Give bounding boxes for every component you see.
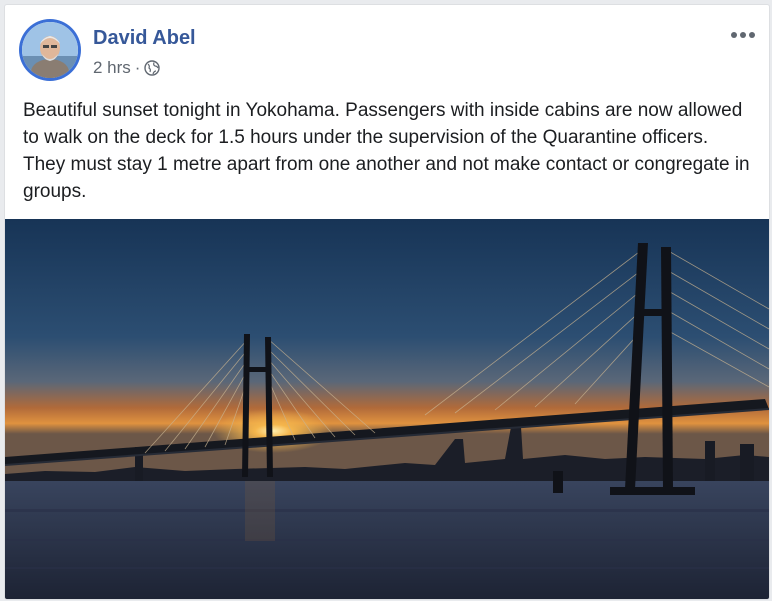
author-name-link[interactable]: David Abel (93, 27, 196, 50)
globe-icon[interactable] (144, 60, 161, 76)
more-options-icon[interactable] (727, 23, 759, 47)
post-card: David Abel 2 hrs · Beautiful sunset toni… (4, 4, 770, 600)
post-header: David Abel 2 hrs · (5, 5, 769, 93)
meta-separator: · (134, 58, 141, 77)
post-meta: 2 hrs · (93, 58, 161, 78)
post-text: Beautiful sunset tonight in Yokohama. Pa… (23, 100, 750, 202)
post-photo[interactable] (5, 219, 769, 599)
post-timestamp[interactable]: 2 hrs (93, 58, 131, 78)
avatar[interactable] (22, 22, 78, 78)
